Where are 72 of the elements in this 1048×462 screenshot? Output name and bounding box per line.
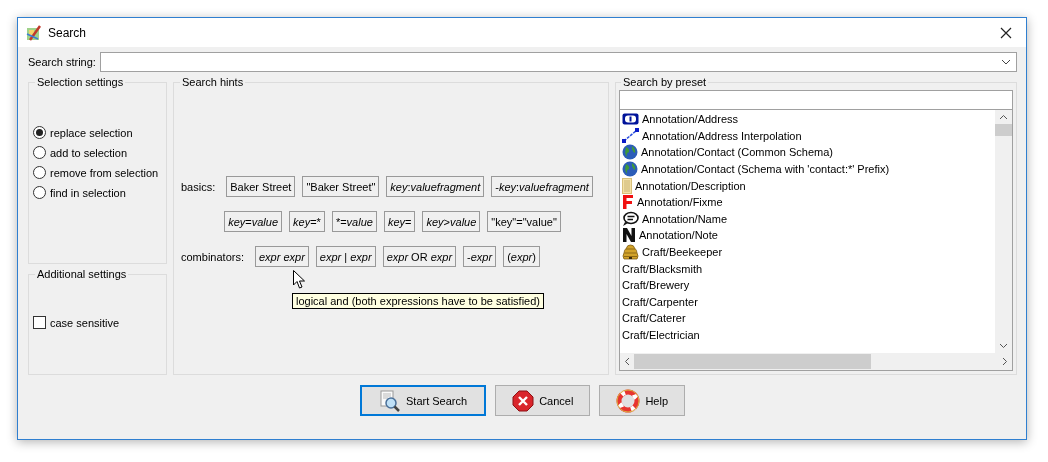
- letter-f-icon: [622, 194, 634, 211]
- close-icon: [1000, 26, 1012, 39]
- search-string-label: Search string:: [28, 56, 96, 68]
- globe-icon: [622, 161, 638, 178]
- scroll-right-icon[interactable]: [1002, 357, 1008, 366]
- preset-filter-field[interactable]: [619, 90, 1013, 110]
- hint-button[interactable]: key=: [383, 211, 416, 232]
- dialog-button[interactable]: Cancel: [495, 385, 591, 416]
- preset-item[interactable]: Craft/Brewery: [620, 276, 995, 294]
- dialog-button[interactable]: Start Search: [360, 385, 487, 416]
- preset-item[interactable]: Craft/Caterer: [620, 310, 995, 327]
- app-icon: [26, 24, 42, 41]
- hint-button[interactable]: "key"="value": [487, 211, 561, 232]
- group-title: Search hints: [181, 76, 245, 88]
- preset-item[interactable]: Annotation/Contact (Schema with 'contact:*' Prefix): [620, 160, 995, 178]
- hint-button[interactable]: expr | expr: [315, 246, 376, 267]
- preset-item[interactable]: Annotation/Address Interpolation: [620, 127, 995, 145]
- horizontal-scrollbar[interactable]: [620, 353, 1012, 370]
- search-string-field[interactable]: [99, 52, 1017, 72]
- hint-label: combinators:: [181, 250, 244, 263]
- hint-button[interactable]: key=value: [224, 211, 283, 232]
- beehive-icon: [622, 243, 639, 261]
- hint-button[interactable]: key>value: [422, 211, 481, 232]
- hint-button[interactable]: "Baker Street": [302, 176, 380, 197]
- hint-button[interactable]: (expr): [503, 246, 540, 267]
- preset-item[interactable]: Annotation/Fixme: [620, 193, 995, 211]
- document-icon: [622, 177, 632, 194]
- case-sensitive-checkbox[interactable]: case sensitive: [33, 316, 162, 329]
- mouse-pointer-icon: [293, 270, 305, 289]
- preset-item[interactable]: Craft/Electrician: [620, 326, 995, 344]
- hint-button[interactable]: key:valuefragment: [386, 176, 485, 197]
- group-title: Search by preset: [622, 76, 708, 88]
- address-number-icon: [622, 113, 639, 126]
- radio-option[interactable]: find in selection: [33, 186, 162, 199]
- scroll-down-icon[interactable]: [999, 343, 1008, 349]
- hint-button[interactable]: -key:valuefragment: [491, 176, 593, 197]
- radio-option[interactable]: remove from selection: [33, 166, 162, 179]
- hint-button[interactable]: expr OR expr: [382, 246, 457, 267]
- radio-option[interactable]: add to selection: [33, 146, 162, 159]
- tooltip: logical and (both expressions have to be satisfied): [292, 293, 544, 309]
- scroll-left-icon[interactable]: [624, 357, 630, 366]
- letter-n-icon: [622, 227, 636, 244]
- lifebuoy-icon: [616, 388, 641, 413]
- preset-item[interactable]: Annotation/Note: [620, 227, 995, 244]
- hint-button[interactable]: Baker Street: [226, 176, 296, 197]
- preset-item[interactable]: Craft/Blacksmith: [620, 260, 995, 277]
- preset-item[interactable]: Annotation/Contact (Common Schema): [620, 144, 995, 161]
- hint-button[interactable]: key=*: [289, 211, 325, 232]
- hint-button[interactable]: *=value: [331, 211, 377, 232]
- group-title: Selection settings: [36, 76, 125, 88]
- group-title: Additional settings: [36, 268, 128, 280]
- speech-bubble-icon: [622, 210, 639, 227]
- scroll-thumb[interactable]: [634, 354, 871, 369]
- preset-item[interactable]: Craft/Beekeeper: [620, 243, 995, 261]
- preset-item[interactable]: Craft/Carpenter: [620, 293, 995, 311]
- scroll-thumb[interactable]: [995, 124, 1012, 136]
- preset-item[interactable]: Annotation/Description: [620, 177, 995, 194]
- cancel-icon: [512, 389, 535, 412]
- globe-icon: [622, 144, 638, 161]
- dialog-button[interactable]: Help: [599, 385, 685, 416]
- preset-item[interactable]: Annotation/Address: [620, 111, 995, 128]
- preset-item[interactable]: Annotation/Name: [620, 210, 995, 228]
- scroll-up-icon[interactable]: [999, 114, 1008, 120]
- dashed-line-icon: [622, 128, 639, 144]
- hint-label: basics:: [181, 180, 216, 193]
- window-title: Search: [48, 25, 88, 40]
- hint-button[interactable]: -expr: [463, 246, 497, 267]
- dropdown-icon: [1001, 59, 1011, 65]
- hint-button[interactable]: expr expr: [255, 246, 309, 267]
- magnifier-document-icon: [379, 389, 401, 412]
- vertical-scrollbar[interactable]: [995, 110, 1012, 353]
- radio-option[interactable]: replace selection: [33, 126, 162, 139]
